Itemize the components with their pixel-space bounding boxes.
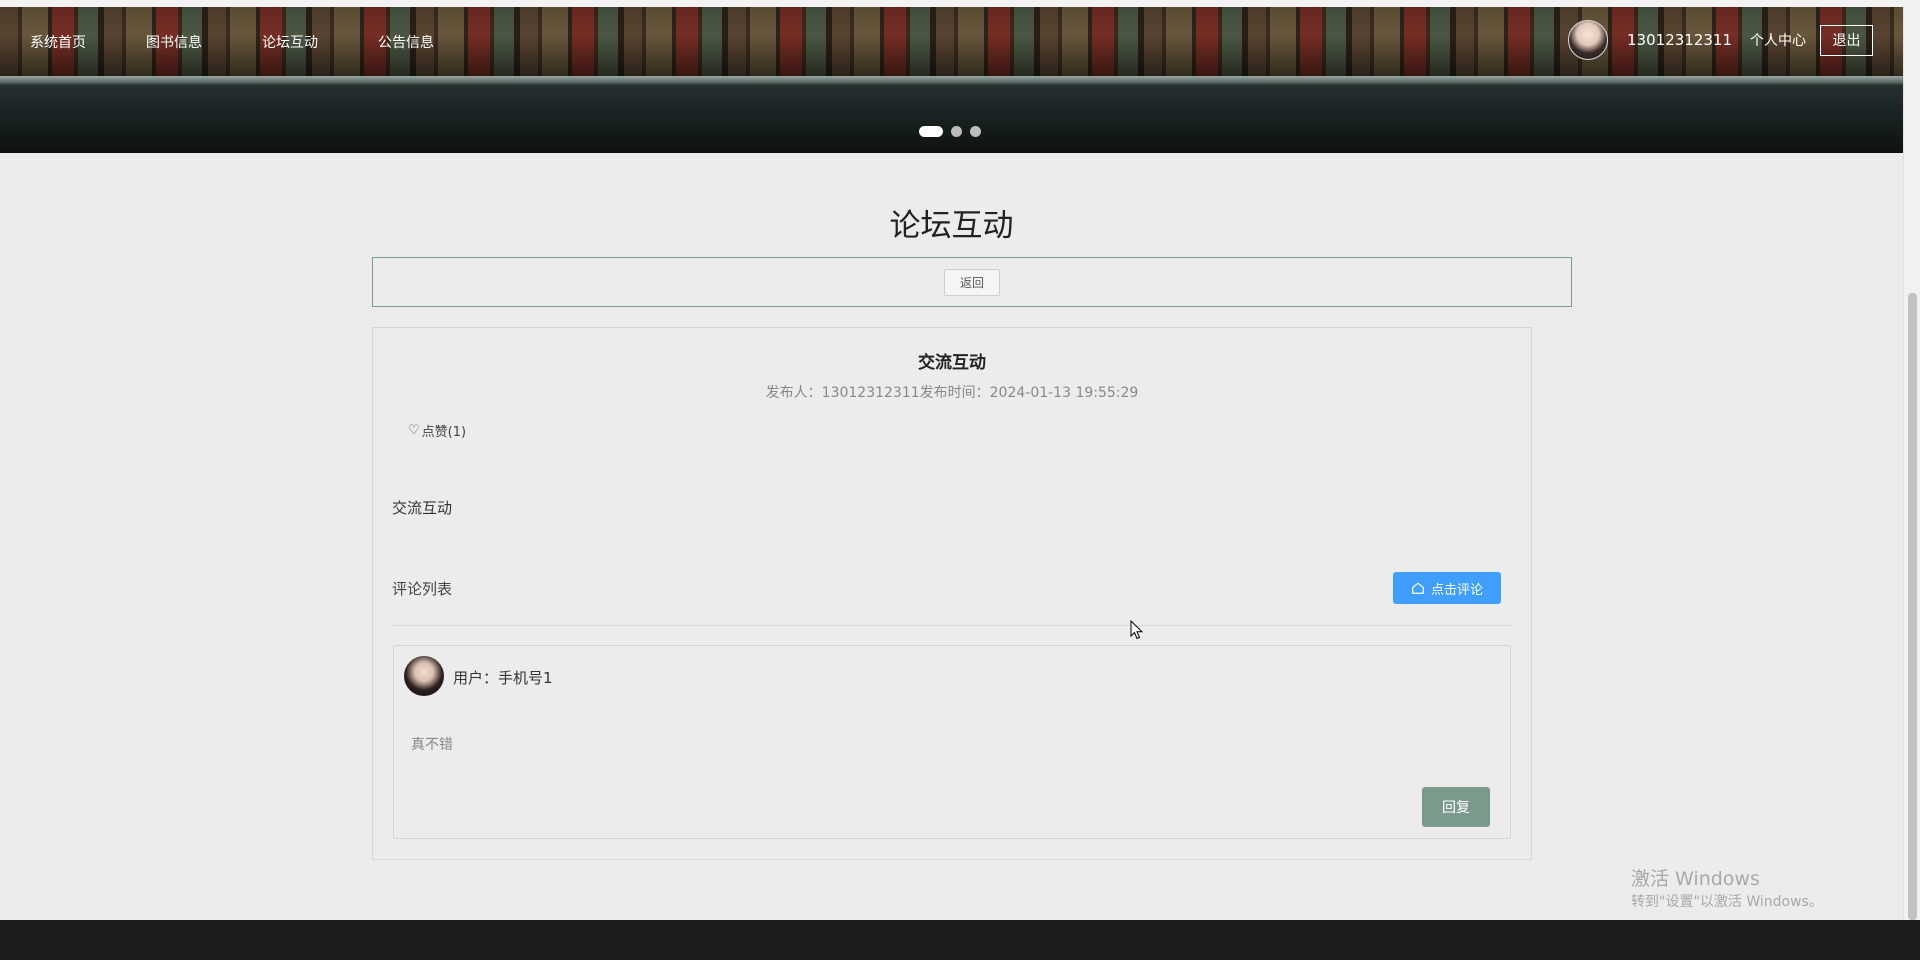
carousel-dot-1[interactable] bbox=[919, 126, 943, 137]
divider bbox=[392, 625, 1512, 626]
shelf-edge bbox=[0, 76, 1903, 86]
like-label: 点赞(1) bbox=[421, 425, 467, 440]
page-scrollbar[interactable] bbox=[1903, 0, 1920, 920]
post-meta: 发布人：13012312311发布时间：2024-01-13 19:55:29 bbox=[765, 385, 1139, 401]
shelf-shadow bbox=[0, 86, 1903, 153]
mouse-cursor-icon bbox=[1130, 620, 1144, 640]
comment-text: 真不错 bbox=[411, 737, 453, 753]
carousel-dot-2[interactable] bbox=[951, 126, 962, 137]
reply-button[interactable]: 回复 bbox=[1422, 787, 1490, 827]
home-icon bbox=[1412, 582, 1424, 594]
post-title: 交流互动 bbox=[918, 353, 986, 373]
comment-item: 用户：手机号1 真不错 回复 bbox=[393, 645, 1511, 839]
comment-avatar bbox=[404, 656, 444, 696]
back-bar: 返回 bbox=[372, 257, 1572, 307]
nav-item-books[interactable]: 图书信息 bbox=[146, 32, 202, 52]
avatar[interactable] bbox=[1568, 20, 1609, 60]
page-title: 论坛互动 bbox=[889, 208, 1014, 244]
carousel-indicators bbox=[919, 126, 989, 137]
logout-button[interactable]: 退出 bbox=[1820, 24, 1873, 56]
post-content: 交流互动 bbox=[392, 499, 453, 517]
top-strip bbox=[0, 0, 1920, 7]
back-button[interactable]: 返回 bbox=[944, 268, 1000, 296]
comment-user: 用户：手机号1 bbox=[453, 669, 553, 687]
footer bbox=[0, 920, 1920, 960]
nav-item-forum[interactable]: 论坛互动 bbox=[262, 32, 318, 52]
scrollbar-thumb[interactable] bbox=[1908, 293, 1917, 920]
user-area: 13012312311 个人中心 退出 bbox=[1568, 20, 1873, 60]
add-comment-label: 点击评论 bbox=[1430, 582, 1483, 598]
add-comment-button[interactable]: 点击评论 bbox=[1393, 572, 1501, 604]
windows-activation-title: 激活 Windows bbox=[1631, 868, 1760, 890]
post-card: 交流互动 发布人：13012312311发布时间：2024-01-13 19:5… bbox=[372, 327, 1532, 860]
user-phone: 13012312311 bbox=[1627, 31, 1732, 49]
user-center-link[interactable]: 个人中心 bbox=[1750, 30, 1806, 50]
comment-list-title: 评论列表 bbox=[392, 580, 453, 598]
like-button[interactable]: ♡ 点赞(1) bbox=[408, 421, 466, 440]
nav-item-home[interactable]: 系统首页 bbox=[30, 32, 86, 52]
heart-icon: ♡ bbox=[408, 423, 420, 438]
windows-activation-hint: 转到"设置"以激活 Windows。 bbox=[1631, 894, 1823, 910]
nav-item-notices[interactable]: 公告信息 bbox=[378, 32, 434, 52]
top-nav: 系统首页 图书信息 论坛互动 公告信息 13012312311 个人中心 退出 bbox=[0, 7, 1903, 73]
carousel-dot-3[interactable] bbox=[970, 126, 981, 137]
